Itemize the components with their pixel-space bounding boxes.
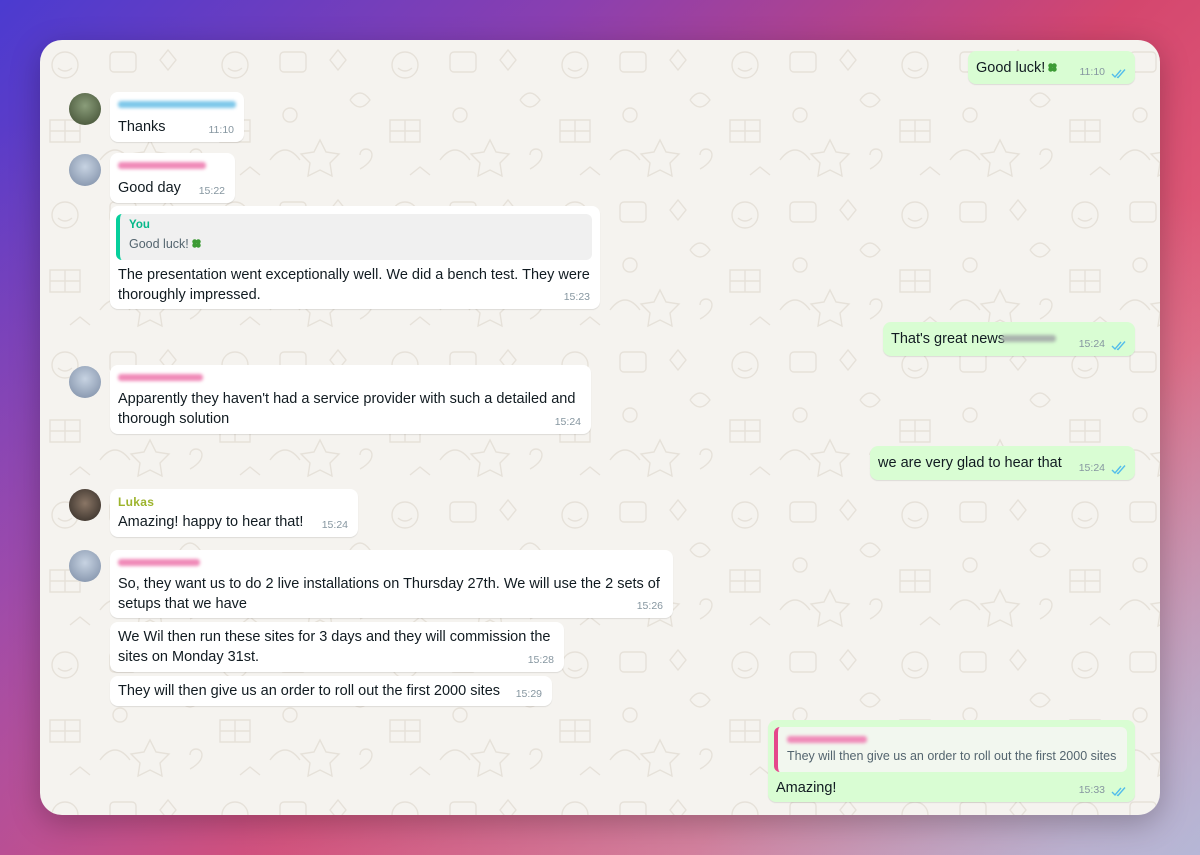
message-incoming[interactable]: Apparently they haven't had a service pr… bbox=[110, 365, 591, 434]
message-text: The presentation went exceptionally well… bbox=[118, 267, 590, 283]
read-ticks-icon bbox=[1111, 787, 1126, 797]
message-text: Thanks bbox=[118, 119, 166, 135]
quote-text: Good luck! bbox=[129, 237, 202, 251]
message-time: 11:10 bbox=[208, 124, 235, 136]
message-incoming[interactable]: Lukas Amazing! happy to hear that! 15:24 bbox=[110, 489, 358, 537]
message-time: 15:24 bbox=[1078, 462, 1105, 474]
message-text: So, they want us to do 2 live installati… bbox=[118, 576, 660, 592]
message-text: sites on Monday 31st. bbox=[118, 649, 260, 665]
message-text: Good day bbox=[118, 180, 181, 196]
read-ticks-icon bbox=[1111, 69, 1126, 79]
message-time: 15:24 bbox=[321, 519, 348, 531]
quote-author: You bbox=[129, 219, 150, 231]
sender-name bbox=[118, 101, 236, 108]
message-time: 15:24 bbox=[554, 416, 581, 428]
message-time: 15:33 bbox=[1078, 784, 1105, 796]
message-incoming[interactable]: Good day 15:22 bbox=[110, 153, 235, 203]
sender-name bbox=[118, 559, 200, 566]
message-text: Good luck! bbox=[976, 58, 1058, 78]
read-ticks-icon bbox=[1111, 341, 1126, 351]
sender-name bbox=[118, 162, 206, 169]
quoted-message[interactable]: They will then give us an order to roll … bbox=[774, 727, 1127, 772]
redacted-name bbox=[1001, 335, 1056, 342]
avatar[interactable] bbox=[69, 550, 101, 582]
message-time: 15:28 bbox=[527, 654, 554, 666]
message-text: That's great news bbox=[891, 331, 1005, 347]
avatar[interactable] bbox=[69, 366, 101, 398]
message-outgoing[interactable]: That's great news 15:24 bbox=[883, 322, 1135, 356]
avatar[interactable] bbox=[69, 489, 101, 521]
message-text: Apparently they haven't had a service pr… bbox=[118, 391, 576, 407]
message-outgoing[interactable]: Good luck! 11:10 bbox=[968, 51, 1135, 84]
message-outgoing[interactable]: we are very glad to hear that 15:24 bbox=[870, 446, 1135, 480]
four-leaf-clover-icon bbox=[1048, 63, 1058, 72]
quote-text: They will then give us an order to roll … bbox=[787, 749, 1117, 763]
message-text: setups that we have bbox=[118, 596, 247, 612]
message-text: Amazing! happy to hear that! bbox=[118, 514, 304, 530]
message-time: 15:23 bbox=[563, 291, 590, 303]
message-text: They will then give us an order to roll … bbox=[118, 683, 501, 699]
message-time: 15:22 bbox=[198, 185, 225, 197]
avatar[interactable] bbox=[69, 154, 101, 186]
message-time: 15:26 bbox=[636, 600, 663, 612]
message-time: 15:24 bbox=[1078, 338, 1105, 350]
message-text: thoroughly impressed. bbox=[118, 287, 261, 303]
message-outgoing[interactable]: They will then give us an order to roll … bbox=[768, 720, 1135, 802]
message-time: 11:10 bbox=[1079, 66, 1106, 78]
message-incoming[interactable]: Thanks 11:10 bbox=[110, 92, 244, 142]
message-incoming[interactable]: We Wil then run these sites for 3 days a… bbox=[110, 622, 564, 672]
message-text: We Wil then run these sites for 3 days a… bbox=[118, 629, 551, 645]
message-text: Amazing! bbox=[776, 780, 837, 796]
four-leaf-clover-icon bbox=[192, 239, 201, 248]
chat-window: Good luck! 11:10 Thanks 11:10 Good day 1… bbox=[40, 40, 1160, 815]
message-incoming[interactable]: They will then give us an order to roll … bbox=[110, 676, 552, 706]
avatar[interactable] bbox=[69, 93, 101, 125]
sender-name bbox=[118, 374, 203, 381]
message-time: 15:29 bbox=[515, 688, 542, 700]
message-incoming[interactable]: So, they want us to do 2 live installati… bbox=[110, 550, 673, 618]
message-incoming[interactable]: You Good luck! The presentation went exc… bbox=[110, 206, 600, 309]
message-text: we are very glad to hear that bbox=[878, 455, 1062, 471]
quote-author bbox=[787, 736, 867, 743]
sender-name[interactable]: Lukas bbox=[118, 495, 154, 509]
read-ticks-icon bbox=[1111, 465, 1126, 475]
message-text: thorough solution bbox=[118, 411, 230, 427]
quoted-message[interactable]: You Good luck! bbox=[116, 214, 592, 260]
